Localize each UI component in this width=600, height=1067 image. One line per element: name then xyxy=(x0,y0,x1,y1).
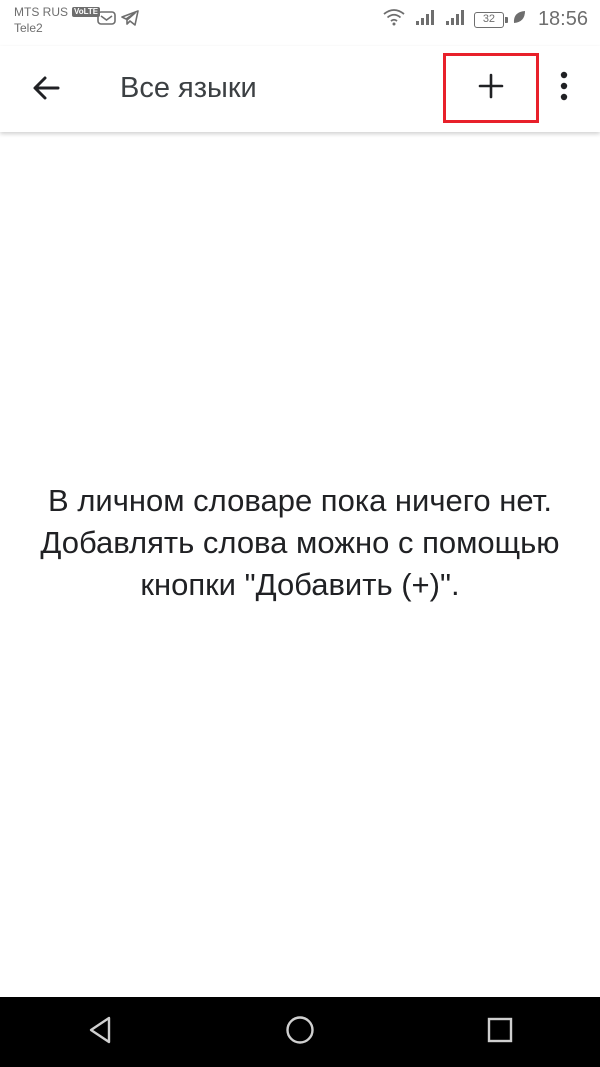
plus-icon xyxy=(477,72,505,105)
status-indicators: 32 18:56 xyxy=(382,8,588,31)
signal-2-icon xyxy=(444,8,466,31)
back-button[interactable] xyxy=(22,66,70,114)
nav-back-button[interactable] xyxy=(70,1002,130,1062)
app-bar: Все языки xyxy=(0,46,600,132)
empty-dictionary-message: В личном словаре пока ничего нет. Добавл… xyxy=(40,483,560,602)
system-navigation-bar xyxy=(0,997,600,1067)
volte-badge: VoLTE xyxy=(72,7,101,17)
carrier-info: MTS RUS VoLTE Tele2 xyxy=(14,4,101,36)
more-vertical-icon xyxy=(559,71,569,106)
nav-back-triangle-icon xyxy=(86,1015,114,1050)
battery-indicator: 32 xyxy=(473,11,508,28)
arrow-back-icon xyxy=(31,73,61,108)
carrier-1-label: MTS RUS xyxy=(14,5,68,19)
leaf-icon xyxy=(512,9,526,30)
nav-recents-button[interactable] xyxy=(470,1002,530,1062)
page-title: Все языки xyxy=(120,72,257,104)
more-options-button[interactable] xyxy=(548,66,580,110)
telegram-icon xyxy=(121,10,139,31)
add-word-button[interactable] xyxy=(443,53,539,123)
signal-1-icon xyxy=(414,8,436,31)
carrier-2-label: Tele2 xyxy=(14,21,43,35)
message-icon xyxy=(97,10,117,31)
wifi-icon xyxy=(382,8,406,31)
clock: 18:56 xyxy=(537,8,588,30)
nav-home-circle-icon xyxy=(284,1014,316,1051)
status-bar: MTS RUS VoLTE Tele2 32 18:56 xyxy=(0,0,600,46)
nav-recents-square-icon xyxy=(486,1016,514,1049)
nav-home-button[interactable] xyxy=(270,1002,330,1062)
notification-icons xyxy=(97,10,139,31)
